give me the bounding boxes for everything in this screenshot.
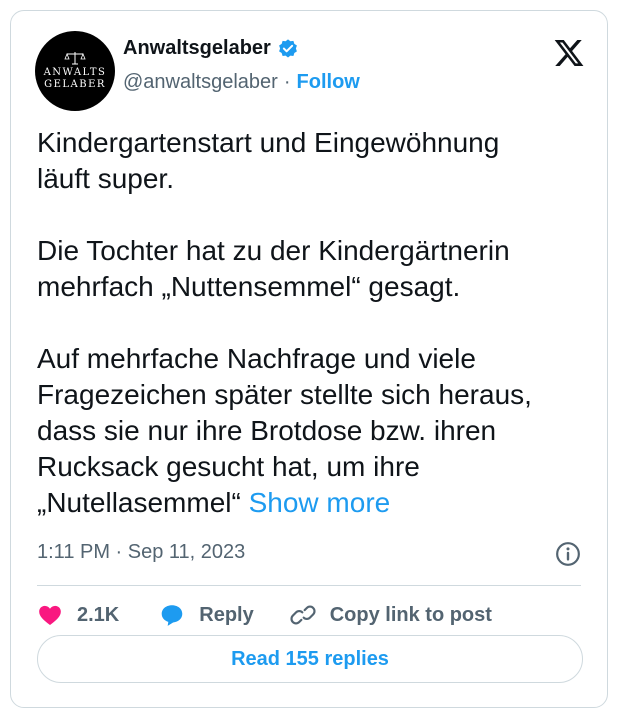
author-handle-row: @anwaltsgelaber · Follow (123, 71, 360, 94)
author-display-name[interactable]: Anwaltsgelaber (123, 37, 271, 60)
reply-label: Reply (199, 603, 254, 626)
author-handle[interactable]: @anwaltsgelaber (123, 71, 278, 94)
scale-icon (64, 52, 86, 65)
tweet-paragraph-1: Kindergartenstart und Eingewöhnung läuft… (37, 127, 500, 194)
tweet-timestamp[interactable]: 1:11 PM · Sep 11, 2023 (37, 541, 245, 564)
x-logo-icon[interactable] (553, 37, 585, 69)
tweet-paragraph-2: Die Tochter hat zu der Kindergärtnerin m… (37, 235, 510, 302)
heart-icon (39, 605, 61, 625)
divider (37, 585, 581, 586)
reply-bubble-icon (161, 605, 183, 626)
read-replies-label: Read 155 replies (231, 647, 389, 670)
avatar[interactable]: ANWALTS GELABER (35, 31, 115, 111)
tweet-paragraph-3: Auf mehrfache Nachfrage und viele Fragez… (37, 341, 589, 521)
like-count: 2.1K (77, 603, 120, 626)
info-icon[interactable] (555, 541, 581, 567)
action-bar: 2.1K Reply Copy link to post (37, 599, 492, 631)
follow-button[interactable]: Follow (297, 71, 360, 94)
verified-badge-icon (278, 38, 297, 58)
separator-dot: · (283, 71, 291, 93)
copy-link-button[interactable]: Copy link to post (290, 602, 492, 628)
avatar-logo-text-2: GELABER (44, 79, 106, 90)
avatar-logo-text-1: ANWALTS (43, 67, 107, 78)
show-more-link[interactable]: Show more (249, 487, 391, 518)
tweet-text: Kindergartenstart und Eingewöhnung läuft… (37, 125, 589, 521)
tweet-card: ANWALTS GELABER Anwaltsgelaber @anwaltsg… (10, 10, 608, 708)
author-name-row: Anwaltsgelaber (123, 37, 299, 60)
like-button[interactable]: 2.1K (37, 602, 119, 628)
link-icon (290, 605, 316, 625)
reply-button[interactable]: Reply (159, 602, 254, 628)
copy-link-label: Copy link to post (329, 603, 492, 626)
read-replies-button[interactable]: Read 155 replies (37, 635, 583, 683)
